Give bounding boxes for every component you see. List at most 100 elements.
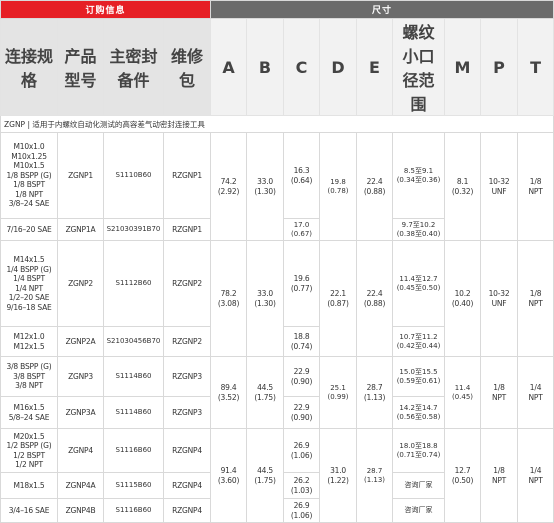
- col-header-thread-range: 螺纹小口径范围: [392, 18, 446, 116]
- thread-range-cell: 咨询厂家: [392, 472, 446, 499]
- table-row: M20x1.5 1/2 BSPP (G) 1/2 BSPT 1/2 NPT ZG…: [0, 428, 554, 523]
- spec-cell: M18x1.5: [0, 472, 58, 499]
- spec-cell: 7/16–20 SAE: [0, 218, 58, 241]
- model-cell: ZGNP4: [57, 428, 104, 473]
- thread-range-cell: 9.7至10.2 (0.38至0.40): [392, 218, 446, 241]
- kit-cell: RZGNP1: [162, 132, 212, 219]
- port-t-cell: 1/4 NPT: [517, 356, 554, 429]
- model-cell: ZGNP3: [57, 356, 104, 397]
- dim-b-cell: 44.5 (1.75): [246, 428, 285, 523]
- dim-m-cell: 8.1 (0.32): [444, 132, 482, 241]
- product-spec-table: 订购信息 尺寸 连接规格 产品型号 主密封备件 维修包 A B C D E 螺纹…: [0, 0, 554, 523]
- thread-range-cell: 15.0至15.5 (0.59至0.61): [392, 356, 446, 397]
- thread-range-cell: 10.7至11.2 (0.42至0.44): [392, 326, 446, 357]
- kit-cell: RZGNP4: [162, 428, 212, 473]
- dim-m-cell: 11.4 (0.45): [444, 356, 482, 429]
- dim-m-cell: 10.2 (0.40): [444, 240, 482, 357]
- seal-cell: S1116B60: [103, 428, 164, 473]
- col-header-m: M: [444, 18, 482, 116]
- model-cell: ZGNP1A: [57, 218, 104, 241]
- col-header-a: A: [210, 18, 248, 116]
- port-p-cell: 10-32 UNF: [480, 240, 519, 357]
- col-header-kit: 维修包: [162, 18, 212, 116]
- seal-cell: S1110B60: [103, 132, 164, 219]
- kit-cell: RZGNP2: [162, 326, 212, 357]
- thread-range-cell: 14.2至14.7 (0.56至0.58): [392, 396, 446, 429]
- col-header-model: 产品型号: [57, 18, 104, 116]
- dim-c-cell: 22.9 (0.90): [283, 356, 321, 397]
- dim-c-cell: 17.0 (0.67): [283, 218, 321, 241]
- col-header-p: P: [480, 18, 519, 116]
- dim-e-cell: 22.4 (0.88): [356, 132, 394, 241]
- dim-d-cell: 25.1 (0.99): [319, 356, 358, 429]
- thread-range-cell: 咨询厂家: [392, 498, 446, 523]
- seal-cell: S1114B60: [103, 396, 164, 429]
- model-cell: ZGNP2: [57, 240, 104, 327]
- dim-d-cell: 22.1 (0.87): [319, 240, 358, 357]
- thread-range-cell: 8.5至9.1 (0.34至0.36): [392, 132, 446, 219]
- kit-cell: RZGNP3: [162, 396, 212, 429]
- kit-cell: RZGNP3: [162, 356, 212, 397]
- dim-c-cell: 22.9 (0.90): [283, 396, 321, 429]
- dim-d-cell: 19.8 (0.78): [319, 132, 358, 241]
- model-cell: ZGNP4A: [57, 472, 104, 499]
- seal-cell: S1112B60: [103, 240, 164, 327]
- spec-cell: M16x1.5 5/8–24 SAE: [0, 396, 58, 429]
- dim-c-cell: 18.8 (0.74): [283, 326, 321, 357]
- port-p-cell: 1/8 NPT: [480, 428, 519, 523]
- port-p-cell: 10-32 UNF: [480, 132, 519, 241]
- table-row: M14x1.5 1/4 BSPP (G) 1/4 BSPT 1/4 NPT 1/…: [0, 240, 554, 357]
- col-header-t: T: [517, 18, 554, 116]
- dim-b-cell: 44.5 (1.75): [246, 356, 285, 429]
- order-info-header: 订购信息: [0, 0, 212, 19]
- dim-c-cell: 16.3 (0.64): [283, 132, 321, 219]
- seal-cell: S21030456B70: [103, 326, 164, 357]
- thread-range-cell: 11.4至12.7 (0.45至0.50): [392, 240, 446, 327]
- dim-c-cell: 26.2 (1.03): [283, 472, 321, 499]
- thread-range-cell: 18.0至18.8 (0.71至0.74): [392, 428, 446, 473]
- dim-e-cell: 28.7 (1.13): [356, 356, 394, 429]
- dim-a-cell: 89.4 (3.52): [210, 356, 248, 429]
- dim-a-cell: 91.4 (3.60): [210, 428, 248, 523]
- dim-m-cell: 12.7 (0.50): [444, 428, 482, 523]
- seal-cell: S1116B60: [103, 498, 164, 523]
- port-t-cell: 1/8 NPT: [517, 240, 554, 357]
- dim-a-cell: 78.2 (3.08): [210, 240, 248, 357]
- dim-d-cell: 31.0 (1.22): [319, 428, 358, 523]
- spec-cell: 3/8 BSPP (G) 3/8 BSPT 3/8 NPT: [0, 356, 58, 397]
- seal-cell: S1115B60: [103, 472, 164, 499]
- size-header: 尺寸: [210, 0, 554, 19]
- spec-cell: M14x1.5 1/4 BSPP (G) 1/4 BSPT 1/4 NPT 1/…: [0, 240, 58, 327]
- model-cell: ZGNP1: [57, 132, 104, 219]
- dim-b-cell: 33.0 (1.30): [246, 240, 285, 357]
- dim-a-cell: 74.2 (2.92): [210, 132, 248, 241]
- col-header-spec: 连接规格: [0, 18, 58, 116]
- dim-c-cell: 26.9 (1.06): [283, 428, 321, 473]
- dim-e-cell: 22.4 (0.88): [356, 240, 394, 357]
- col-header-c: C: [283, 18, 321, 116]
- model-cell: ZGNP4B: [57, 498, 104, 523]
- col-header-e: E: [356, 18, 394, 116]
- col-header-d: D: [319, 18, 358, 116]
- spec-cell: M10x1.0 M10x1.25 M10x1.5 1/8 BSPP (G) 1/…: [0, 132, 58, 219]
- dim-c-cell: 19.6 (0.77): [283, 240, 321, 327]
- kit-cell: RZGNP4: [162, 498, 212, 523]
- model-cell: ZGNP3A: [57, 396, 104, 429]
- kit-cell: RZGNP4: [162, 472, 212, 499]
- col-header-b: B: [246, 18, 285, 116]
- kit-cell: RZGNP2: [162, 240, 212, 327]
- thread-range-label: 螺纹小口径范围: [402, 23, 435, 114]
- port-p-cell: 1/8 NPT: [480, 356, 519, 429]
- seal-cell: S1114B60: [103, 356, 164, 397]
- dim-c-cell: 26.9 (1.06): [283, 498, 321, 523]
- seal-cell: S21030391B70: [103, 218, 164, 241]
- table-row: 3/8 BSPP (G) 3/8 BSPT 3/8 NPT ZGNP3 S111…: [0, 356, 554, 429]
- kit-cell: RZGNP1: [162, 218, 212, 241]
- port-t-cell: 1/4 NPT: [517, 428, 554, 523]
- model-cell: ZGNP2A: [57, 326, 104, 357]
- series-note: ZGNP | 适用于内螺纹自动化测试的高容差气动密封连接工具: [0, 115, 554, 133]
- spec-cell: M12x1.0 M12x1.5: [0, 326, 58, 357]
- table-row: M10x1.0 M10x1.25 M10x1.5 1/8 BSPP (G) 1/…: [0, 132, 554, 241]
- port-t-cell: 1/8 NPT: [517, 132, 554, 241]
- spec-cell: M20x1.5 1/2 BSPP (G) 1/2 BSPT 1/2 NPT: [0, 428, 58, 473]
